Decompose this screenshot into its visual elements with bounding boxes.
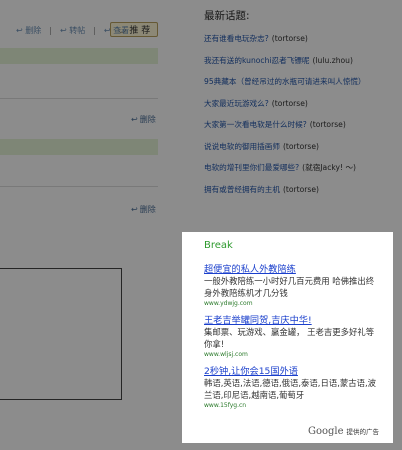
ad-footer[interactable]: Google 提供的广告 [308, 426, 379, 437]
ad-provider-text: 提供的广告 [346, 428, 380, 436]
ad-title-link[interactable]: 王老吉举罐同贺,吉庆中华! [204, 315, 381, 327]
ad-description: 韩语,英语,法语,德语,俄语,泰语,日语,蒙古语,波兰语,印尼语,越南语,葡萄牙 [204, 378, 377, 400]
ad-heading: Break [204, 240, 233, 251]
ad-item: 2秒钟,让你会15国外语 韩语,英语,法语,德语,俄语,泰语,日语,蒙古语,波兰… [204, 366, 381, 411]
ad-title-link[interactable]: 超便宜的私人外教陪练 [204, 264, 381, 276]
ad-url[interactable]: www.wljsj.com [204, 350, 381, 360]
ad-url[interactable]: www.15fyg.cn [204, 401, 381, 411]
google-ad-panel: Break 超便宜的私人外教陪练 一般外教陪练一小时好几百元费用 哈佛推出终身外… [182, 232, 393, 443]
ad-item: 王老吉举罐同贺,吉庆中华! 集邮票、玩游戏、赢金罐， 王老吉更多好礼等你拿! w… [204, 315, 381, 360]
ad-title-link[interactable]: 2秒钟,让你会15国外语 [204, 366, 381, 378]
ad-description: 集邮票、玩游戏、赢金罐， 王老吉更多好礼等你拿! [204, 327, 375, 349]
ad-description: 一般外教陪练一小时好几百元费用 哈佛推出终身外教陪练机才几分钱 [204, 276, 375, 298]
ad-item: 超便宜的私人外教陪练 一般外教陪练一小时好几百元费用 哈佛推出终身外教陪练机才几… [204, 264, 381, 309]
google-logo: Google [307, 426, 344, 437]
ad-url[interactable]: www.ydwjg.com [204, 299, 381, 309]
